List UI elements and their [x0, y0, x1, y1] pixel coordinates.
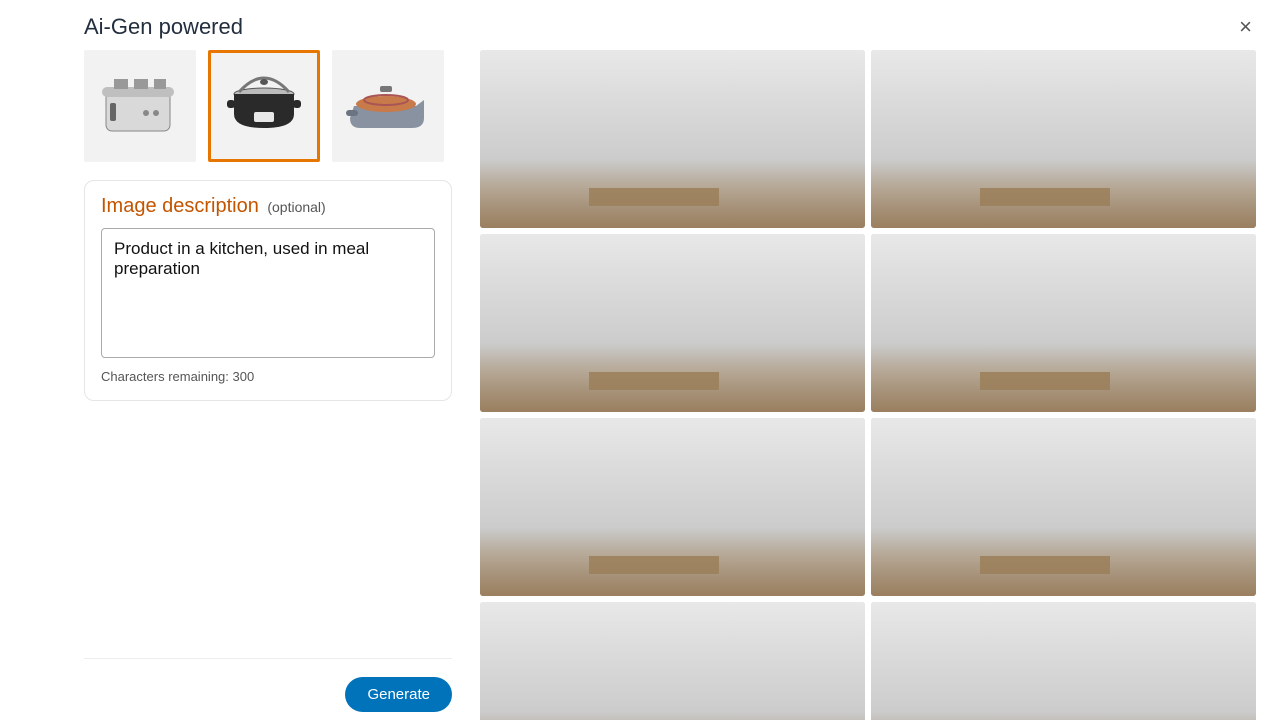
thumb-slow-cooker[interactable]: [208, 50, 320, 162]
result-image[interactable]: [480, 418, 865, 596]
thumb-electric-skillet[interactable]: [332, 50, 444, 162]
close-icon[interactable]: ×: [1239, 16, 1252, 38]
description-title: Image description: [101, 195, 259, 217]
counter-prefix: Characters remaining:: [101, 369, 233, 384]
modal-header: Ai-Gen powered ×: [0, 0, 1280, 50]
counter-value: 300: [233, 369, 255, 384]
description-optional: (optional): [267, 199, 325, 215]
description-panel: Image description (optional) Characters …: [84, 180, 452, 401]
slow-cooker-icon: [221, 70, 307, 142]
results-grid: [480, 50, 1256, 720]
product-thumbnails: [84, 50, 452, 162]
result-image[interactable]: [871, 418, 1256, 596]
result-image[interactable]: [871, 602, 1256, 720]
generate-button[interactable]: Generate: [345, 677, 452, 712]
left-panel: Image description (optional) Characters …: [0, 50, 480, 720]
result-image[interactable]: [480, 50, 865, 228]
modal-body: Image description (optional) Characters …: [0, 50, 1280, 720]
description-input[interactable]: [101, 228, 435, 358]
results-panel: [480, 50, 1280, 720]
skillet-icon: [344, 78, 432, 134]
thumb-toaster[interactable]: [84, 50, 196, 162]
modal-title: Ai-Gen powered: [84, 14, 243, 40]
result-image[interactable]: [480, 234, 865, 412]
footer-actions: Generate: [84, 658, 452, 720]
result-image[interactable]: [871, 50, 1256, 228]
result-image[interactable]: [480, 602, 865, 720]
toaster-icon: [100, 73, 180, 139]
result-image[interactable]: [871, 234, 1256, 412]
char-counter: Characters remaining: 300: [101, 369, 435, 384]
ai-gen-modal: Ai-Gen powered ×: [0, 0, 1280, 720]
